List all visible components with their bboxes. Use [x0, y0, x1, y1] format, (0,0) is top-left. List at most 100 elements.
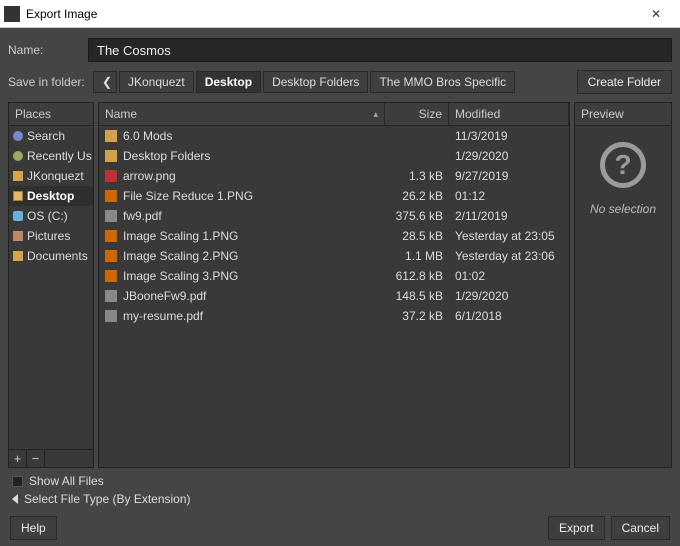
name-input[interactable]: [88, 38, 672, 62]
drive-icon: [13, 211, 23, 221]
folder-icon: [105, 150, 117, 162]
folder-row: Save in folder: ❮ JKonqueztDesktopDeskto…: [8, 70, 672, 94]
save-in-folder-label: Save in folder:: [8, 75, 93, 89]
places-item[interactable]: JKonquezt: [9, 166, 93, 186]
select-file-type-expander[interactable]: Select File Type (By Extension): [8, 490, 672, 508]
file-row[interactable]: arrow.png1.3 kB9/27/2019: [99, 166, 569, 186]
folder-icon: [105, 130, 117, 142]
file-row[interactable]: 6.0 Mods11/3/2019: [99, 126, 569, 146]
file-icon: [105, 190, 117, 202]
file-row[interactable]: File Size Reduce 1.PNG26.2 kB01:12: [99, 186, 569, 206]
places-footer: + −: [9, 449, 93, 467]
file-size: 375.6 kB: [385, 208, 449, 224]
create-folder-button[interactable]: Create Folder: [577, 70, 672, 94]
folder-icon: [13, 251, 23, 261]
file-size: [385, 135, 449, 137]
col-modified-label: Modified: [455, 107, 500, 121]
close-button[interactable]: ✕: [636, 0, 676, 28]
file-name: fw9.pdf: [123, 209, 162, 223]
file-name: arrow.png: [123, 169, 176, 183]
file-row[interactable]: fw9.pdf 375.6 kB2/11/2019: [99, 206, 569, 226]
file-modified: 6/1/2018: [449, 308, 569, 324]
places-item-label: JKonquezt: [27, 169, 84, 183]
places-item[interactable]: OS (C:): [9, 206, 93, 226]
expander-arrow-icon: [12, 494, 18, 504]
file-list-panel: Name ▴ Size Modified 6.0 Mods11/3/2019De…: [98, 102, 570, 468]
window-title: Export Image: [26, 7, 636, 21]
places-item[interactable]: Search: [9, 126, 93, 146]
file-size: 1.1 MB: [385, 248, 449, 264]
select-file-type-label: Select File Type (By Extension): [24, 492, 191, 506]
places-remove-button[interactable]: −: [27, 450, 45, 467]
col-name-label: Name: [105, 107, 137, 121]
file-modified: 1/29/2020: [449, 288, 569, 304]
file-name: Image Scaling 2.PNG: [123, 249, 238, 263]
places-item[interactable]: Desktop: [9, 186, 93, 206]
breadcrumb-item[interactable]: Desktop: [196, 71, 261, 93]
folder-open-icon: [13, 191, 23, 201]
breadcrumb-back[interactable]: ❮: [93, 71, 117, 93]
places-item-label: Search: [27, 129, 65, 143]
file-row[interactable]: Image Scaling 1.PNG28.5 kBYesterday at 2…: [99, 226, 569, 246]
folder-icon: [13, 171, 23, 181]
name-label: Name:: [8, 43, 88, 57]
preview-header: Preview: [575, 103, 671, 126]
breadcrumb-item[interactable]: JKonquezt: [119, 71, 194, 93]
file-row[interactable]: Desktop Folders1/29/2020: [99, 146, 569, 166]
pic-icon: [13, 231, 23, 241]
file-modified: 01:12: [449, 188, 569, 204]
file-row[interactable]: JBooneFw9.pdf148.5 kB1/29/2020: [99, 286, 569, 306]
name-row: Name:: [8, 38, 672, 62]
file-size: [385, 155, 449, 157]
file-row[interactable]: Image Scaling 2.PNG 1.1 MBYesterday at 23…: [99, 246, 569, 266]
col-name-header[interactable]: Name ▴: [99, 103, 385, 125]
file-row[interactable]: my-resume.pdf37.2 kB6/1/2018: [99, 306, 569, 326]
show-all-files-checkbox[interactable]: [12, 476, 23, 487]
help-button[interactable]: Help: [10, 516, 57, 540]
file-modified: 9/27/2019: [449, 168, 569, 184]
places-item-label: OS (C:): [27, 209, 68, 223]
file-list-header: Name ▴ Size Modified: [99, 103, 569, 126]
col-size-label: Size: [419, 107, 442, 121]
places-item[interactable]: Documents: [9, 246, 93, 266]
file-list-body[interactable]: 6.0 Mods11/3/2019Desktop Folders1/29/202…: [99, 126, 569, 467]
places-list: Search Recently Us… JKonquezt Desktop OS (C:…: [9, 126, 93, 449]
breadcrumb-bar: ❮ JKonqueztDesktopDesktop FoldersThe MMO…: [93, 71, 571, 93]
question-mark-icon: ?: [600, 142, 646, 188]
title-bar: Export Image ✕: [0, 0, 680, 28]
bottom-bar: Help Export Cancel: [8, 508, 672, 540]
no-selection-label: No selection: [590, 202, 656, 216]
sort-asc-icon: ▴: [373, 109, 378, 120]
breadcrumb-item[interactable]: The MMO Bros Specific: [370, 71, 515, 93]
file-icon: [105, 270, 117, 282]
breadcrumb-item[interactable]: Desktop Folders: [263, 71, 368, 93]
file-size: 28.5 kB: [385, 228, 449, 244]
places-item-label: Desktop: [27, 189, 74, 203]
file-name: 6.0 Mods: [123, 129, 172, 143]
places-item-label: Documents: [27, 249, 88, 263]
places-header[interactable]: Places: [9, 103, 93, 126]
col-modified-header[interactable]: Modified: [449, 103, 569, 125]
file-name: Desktop Folders: [123, 149, 210, 163]
file-modified: Yesterday at 23:06: [449, 248, 569, 264]
cancel-button[interactable]: Cancel: [611, 516, 670, 540]
file-icon: [105, 230, 117, 242]
col-size-header[interactable]: Size: [385, 103, 449, 125]
file-name: File Size Reduce 1.PNG: [123, 189, 253, 203]
export-button[interactable]: Export: [548, 516, 605, 540]
file-modified: 2/11/2019: [449, 208, 569, 224]
places-item[interactable]: Recently Us…: [9, 146, 93, 166]
file-size: 37.2 kB: [385, 308, 449, 324]
file-icon: [105, 310, 117, 322]
show-all-files-row[interactable]: Show All Files: [8, 472, 672, 490]
places-panel: Places Search Recently Us… JKonquezt Deskto…: [8, 102, 94, 468]
search-icon: [13, 131, 23, 141]
file-icon: [105, 290, 117, 302]
file-row[interactable]: Image Scaling 3.PNG612.8 kB01:02: [99, 266, 569, 286]
preview-panel: Preview ? No selection: [574, 102, 672, 468]
file-size: 612.8 kB: [385, 268, 449, 284]
file-modified: Yesterday at 23:05: [449, 228, 569, 244]
places-item[interactable]: Pictures: [9, 226, 93, 246]
places-add-button[interactable]: +: [9, 450, 27, 467]
file-name: JBooneFw9.pdf: [123, 289, 206, 303]
